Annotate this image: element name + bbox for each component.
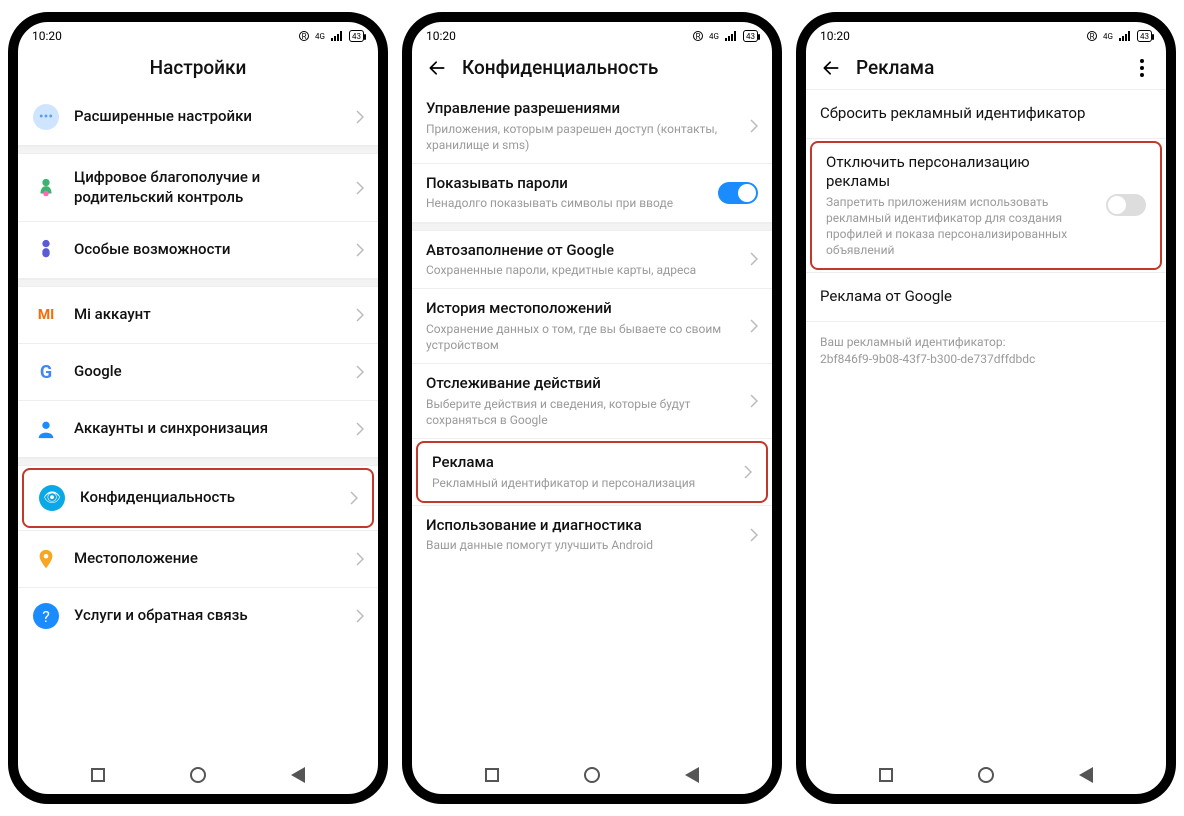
chevron-right-icon [356,243,364,257]
nav-home-button[interactable] [584,767,600,783]
privacy-item-autofill[interactable]: Автозаполнение от Google Сохраненные пар… [412,231,772,289]
chevron-right-icon [750,319,758,333]
phone-settings: 10:20 R 4G 43 Настройки ••• Расширенные … [8,12,388,804]
privacy-list: Управление разрешениями Приложения, кото… [412,89,772,756]
android-navbar [806,756,1166,794]
nav-back-button[interactable] [685,767,699,783]
privacy-item-permissions[interactable]: Управление разрешениями Приложения, кото… [412,89,772,163]
status-indicators: R 4G 43 [1087,30,1152,42]
ads-item-google-ads[interactable]: Реклама от Google [806,273,1166,321]
privacy-item-diagnostics[interactable]: Использование и диагностика Ваши данные … [412,506,772,564]
nav-back-button[interactable] [291,767,305,783]
ads-item-disable-personalization[interactable]: Отключить персонализацию рекламы Запрети… [810,141,1162,271]
page-title: Конфиденциальность [462,56,658,79]
person-icon [35,418,57,440]
page-title: Настройки [150,56,247,79]
status-time: 10:20 [32,29,62,43]
privacy-item-location-history[interactable]: История местоположений Сохранение данных… [412,289,772,363]
status-bar: 10:20 R 4G 43 [412,22,772,46]
signal-icon [725,31,737,41]
privacy-item-ads[interactable]: Реклама Рекламный идентификатор и персон… [416,441,768,503]
chevron-right-icon [744,465,752,479]
arrow-left-icon [427,58,447,78]
disable-personalization-toggle[interactable] [1106,194,1146,216]
page-title: Реклама [856,56,934,79]
privacy-item-activity[interactable]: Отслеживание действий Выберите действия … [412,364,772,438]
question-icon: ? [33,603,59,629]
nav-recent-button[interactable] [91,768,105,782]
more-vert-icon [1140,59,1144,63]
page-header: Конфиденциальность [412,46,772,89]
nav-home-button[interactable] [978,767,994,783]
status-indicators: R 4G 43 [693,30,758,42]
status-bar: 10:20 R 4G 43 [806,22,1166,46]
status-time: 10:20 [820,29,850,43]
nav-recent-button[interactable] [485,768,499,782]
signal-icon [331,31,343,41]
google-icon: G [40,362,52,383]
wellbeing-icon [35,177,57,199]
chevron-right-icon [356,365,364,379]
accessibility-icon [35,239,57,261]
settings-item-location[interactable]: Местоположение [18,531,378,587]
back-button[interactable] [426,57,448,79]
android-navbar [412,756,772,794]
settings-item-mi-account[interactable]: MI Mi аккаунт [18,287,378,343]
location-pin-icon [35,548,57,570]
overflow-menu-button[interactable] [1132,59,1152,77]
chevron-right-icon [750,528,758,542]
chevron-right-icon [750,252,758,266]
settings-item-accessibility[interactable]: Особые возможности [18,222,378,278]
settings-item-google[interactable]: G Google [18,344,378,400]
chevron-right-icon [356,609,364,623]
chevron-right-icon [750,119,758,133]
battery-icon: 43 [743,30,758,42]
signal-icon [1119,31,1131,41]
settings-item-wellbeing[interactable]: Цифровое благополучие и родительский кон… [18,154,378,221]
show-passwords-toggle[interactable] [718,182,758,204]
nav-back-button[interactable] [1079,767,1093,783]
settings-list: ••• Расширенные настройки Цифровое благо… [18,89,378,756]
chevron-right-icon [356,308,364,322]
chevron-right-icon [356,181,364,195]
chevron-right-icon [750,394,758,408]
phone-ads: 10:20 R 4G 43 Реклама Сбросить рекламный… [796,12,1176,804]
chevron-right-icon [356,110,364,124]
eye-icon: 👁 [39,485,65,511]
status-bar: 10:20 R 4G 43 [18,22,378,46]
back-button[interactable] [820,57,842,79]
privacy-item-show-passwords[interactable]: Показывать пароли Ненадолго показывать с… [412,164,772,222]
settings-item-feedback[interactable]: ? Услуги и обратная связь [18,588,378,644]
page-header: Реклама [806,46,1166,89]
chevron-right-icon [356,422,364,436]
ad-id-info: Ваш рекламный идентификатор: 2bf846f9-9b… [806,322,1166,380]
nav-home-button[interactable] [190,767,206,783]
status-time: 10:20 [426,29,456,43]
settings-item-advanced[interactable]: ••• Расширенные настройки [18,89,378,145]
ad-id-label: Ваш рекламный идентификатор: [820,334,1152,351]
chevron-right-icon [350,491,358,505]
page-header: Настройки [18,46,378,89]
arrow-left-icon [821,58,841,78]
status-indicators: R 4G 43 [299,30,364,42]
phone-privacy: 10:20 R 4G 43 Конфиденциальность Управле… [402,12,782,804]
battery-icon: 43 [349,30,364,42]
android-navbar [18,756,378,794]
ads-item-reset-id[interactable]: Сбросить рекламный идентификатор [806,90,1166,138]
settings-item-accounts-sync[interactable]: Аккаунты и синхронизация [18,401,378,457]
nav-recent-button[interactable] [879,768,893,782]
mi-icon: MI [38,307,54,323]
ads-list: Сбросить рекламный идентификатор Отключи… [806,90,1166,756]
dots-icon: ••• [33,104,59,130]
settings-item-privacy[interactable]: 👁 Конфиденциальность [22,468,374,528]
battery-icon: 43 [1137,30,1152,42]
chevron-right-icon [356,552,364,566]
ad-id-value: 2bf846f9-9b08-43f7-b300-de737dffdbdc [820,351,1152,368]
